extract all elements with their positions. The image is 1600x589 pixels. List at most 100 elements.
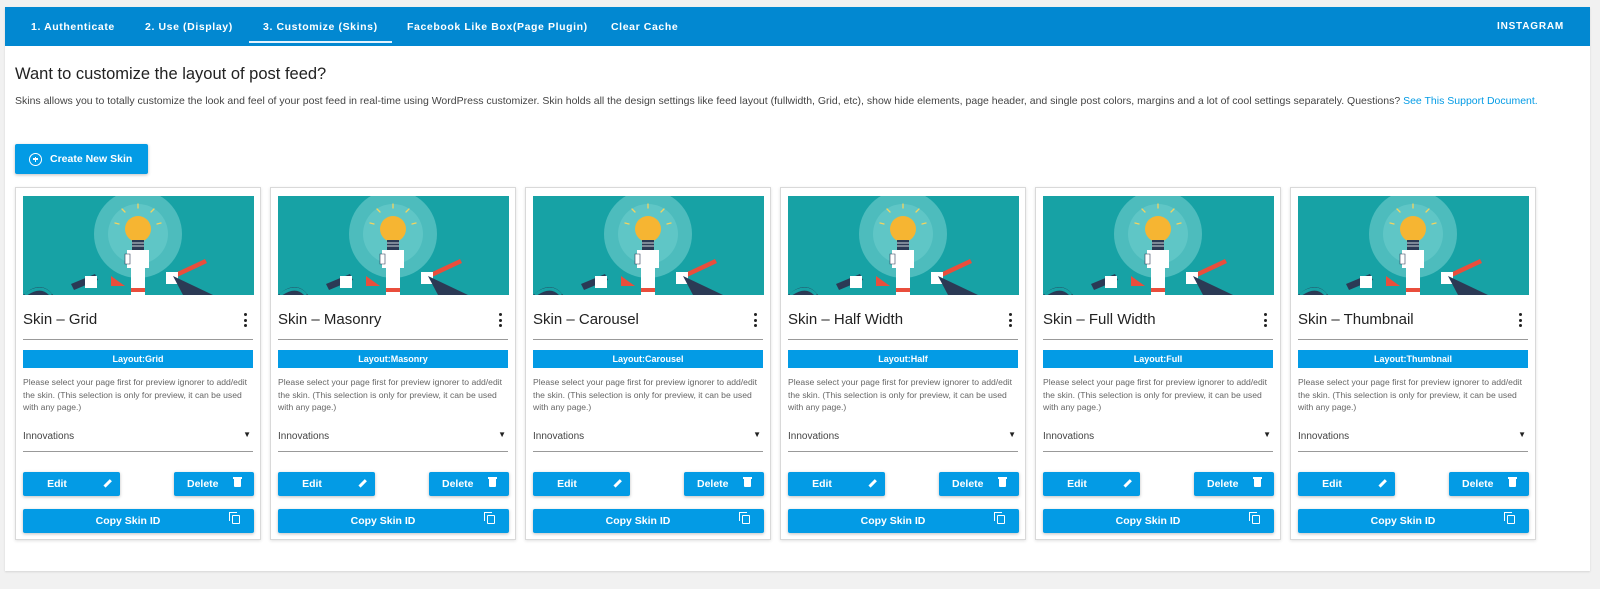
lightbulb-illustration-icon xyxy=(1298,196,1529,295)
delete-skin-button[interactable]: Delete xyxy=(429,472,509,496)
copy-icon xyxy=(739,509,750,533)
skin-card-5: Skin – Full Width Layout:Full Please sel… xyxy=(1035,187,1281,540)
edit-skin-button[interactable]: Edit xyxy=(23,472,120,496)
preview-page-select[interactable]: Innovations ▼ xyxy=(23,430,253,452)
lightbulb-illustration-icon xyxy=(1043,196,1274,295)
skin-thumbnail xyxy=(1298,196,1529,295)
tab-use-display[interactable]: 2. Use (Display) xyxy=(145,7,233,46)
skin-title: Skin – Full Width xyxy=(1043,311,1156,328)
settings-panel: 1. Authenticate 2. Use (Display) 3. Cust… xyxy=(5,7,1590,571)
skin-card-4: Skin – Half Width Layout:Half Please sel… xyxy=(780,187,1026,540)
more-vert-icon[interactable] xyxy=(496,313,504,327)
delete-skin-button[interactable]: Delete xyxy=(1449,472,1529,496)
skin-card-6: Skin – Thumbnail Layout:Thumbnail Please… xyxy=(1290,187,1536,540)
copy-skin-id-button[interactable]: Copy Skin ID xyxy=(788,509,1019,533)
copy-skin-id-label: Copy Skin ID xyxy=(605,515,671,527)
edit-skin-button[interactable]: Edit xyxy=(1298,472,1395,496)
create-new-skin-button[interactable]: Create New Skin xyxy=(15,144,148,174)
tab-facebook-like-box[interactable]: Facebook Like Box(Page Plugin) xyxy=(407,7,588,46)
pencil-icon xyxy=(1123,472,1132,496)
copy-skin-id-label: Copy Skin ID xyxy=(350,515,416,527)
skin-card-2: Skin – Masonry Layout:Masonry Please sel… xyxy=(270,187,516,540)
copy-skin-id-button[interactable]: Copy Skin ID xyxy=(278,509,509,533)
tab-clear-cache[interactable]: Clear Cache xyxy=(611,7,678,46)
tab-authenticate[interactable]: 1. Authenticate xyxy=(31,7,115,46)
skin-thumbnail xyxy=(1043,196,1274,295)
layout-badge: Layout:Full xyxy=(1043,350,1273,368)
preview-page-select[interactable]: Innovations ▼ xyxy=(1043,430,1273,452)
pencil-icon xyxy=(358,472,367,496)
add-circle-icon xyxy=(29,152,42,166)
brand-label: INSTAGRAM xyxy=(1496,21,1564,32)
copy-icon xyxy=(229,509,240,533)
more-vert-icon[interactable] xyxy=(1006,313,1014,327)
trash-icon xyxy=(1253,472,1262,496)
trash-icon xyxy=(743,472,752,496)
preview-page-select[interactable]: Innovations ▼ xyxy=(788,430,1018,452)
delete-label: Delete xyxy=(952,478,984,490)
skin-thumbnail xyxy=(23,196,254,295)
more-vert-icon[interactable] xyxy=(1261,313,1269,327)
skin-thumbnail xyxy=(788,196,1019,295)
copy-icon xyxy=(484,509,495,533)
layout-badge: Layout:Grid xyxy=(23,350,253,368)
pencil-icon xyxy=(868,472,877,496)
delete-label: Delete xyxy=(187,478,219,490)
skin-title: Skin – Half Width xyxy=(788,311,904,328)
more-vert-icon[interactable] xyxy=(1516,313,1524,327)
divider xyxy=(1298,339,1528,340)
skin-thumbnail xyxy=(533,196,764,295)
skin-card-3: Skin – Carousel Layout:Carousel Please s… xyxy=(525,187,771,540)
dropdown-caret-icon: ▼ xyxy=(1008,430,1016,439)
dropdown-caret-icon: ▼ xyxy=(753,430,761,439)
edit-skin-button[interactable]: Edit xyxy=(788,472,885,496)
edit-skin-button[interactable]: Edit xyxy=(533,472,630,496)
delete-skin-button[interactable]: Delete xyxy=(174,472,254,496)
divider xyxy=(533,339,763,340)
delete-skin-button[interactable]: Delete xyxy=(939,472,1019,496)
pencil-icon xyxy=(1378,472,1387,496)
lightbulb-illustration-icon xyxy=(788,196,1019,295)
preview-page-select[interactable]: Innovations ▼ xyxy=(533,430,763,452)
selected-page: Innovations xyxy=(23,431,75,442)
edit-skin-button[interactable]: Edit xyxy=(278,472,375,496)
divider xyxy=(1043,339,1273,340)
more-vert-icon[interactable] xyxy=(751,313,759,327)
support-document-link[interactable]: See This Support Document. xyxy=(1403,95,1538,107)
copy-skin-id-label: Copy Skin ID xyxy=(860,515,926,527)
copy-skin-id-label: Copy Skin ID xyxy=(1370,515,1436,527)
copy-skin-id-button[interactable]: Copy Skin ID xyxy=(533,509,764,533)
trash-icon xyxy=(1508,472,1517,496)
copy-skin-id-label: Copy Skin ID xyxy=(95,515,161,527)
delete-label: Delete xyxy=(1462,478,1494,490)
copy-skin-id-button[interactable]: Copy Skin ID xyxy=(1298,509,1529,533)
more-vert-icon[interactable] xyxy=(241,313,249,327)
layout-badge: Layout:Thumbnail xyxy=(1298,350,1528,368)
skin-thumbnail xyxy=(278,196,509,295)
preview-page-select[interactable]: Innovations ▼ xyxy=(1298,430,1528,452)
skin-title: Skin – Masonry xyxy=(278,311,382,328)
copy-skin-id-button[interactable]: Copy Skin ID xyxy=(1043,509,1274,533)
preview-note: Please select your page first for previe… xyxy=(533,377,758,412)
skin-title: Skin – Thumbnail xyxy=(1298,311,1414,328)
preview-note: Please select your page first for previe… xyxy=(1298,377,1523,412)
delete-skin-button[interactable]: Delete xyxy=(684,472,764,496)
dropdown-caret-icon: ▼ xyxy=(243,430,251,439)
page-title: Want to customize the layout of post fee… xyxy=(15,65,327,83)
page-description: Skins allows you to totally customize th… xyxy=(15,93,1550,111)
copy-icon xyxy=(1249,509,1260,533)
copy-skin-id-button[interactable]: Copy Skin ID xyxy=(23,509,254,533)
preview-page-select[interactable]: Innovations ▼ xyxy=(278,430,508,452)
dropdown-caret-icon: ▼ xyxy=(1518,430,1526,439)
trash-icon xyxy=(998,472,1007,496)
pencil-icon xyxy=(613,472,622,496)
copy-icon xyxy=(994,509,1005,533)
delete-skin-button[interactable]: Delete xyxy=(1194,472,1274,496)
delete-label: Delete xyxy=(697,478,729,490)
tab-customize-skins[interactable]: 3. Customize (Skins) xyxy=(249,7,392,46)
pencil-icon xyxy=(103,472,112,496)
selected-page: Innovations xyxy=(278,431,330,442)
selected-page: Innovations xyxy=(533,431,585,442)
selected-page: Innovations xyxy=(1043,431,1095,442)
edit-skin-button[interactable]: Edit xyxy=(1043,472,1140,496)
